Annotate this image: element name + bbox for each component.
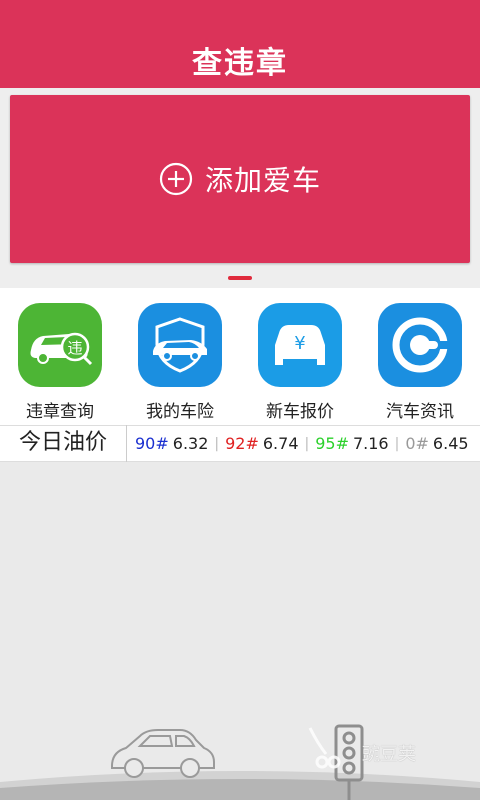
violation-badge-char: 违 (67, 339, 82, 357)
car-shield-icon (138, 303, 222, 387)
oil-value: 7.16 (352, 434, 389, 453)
oil-price-title: 今日油价 (0, 425, 127, 462)
grid-label: 汽车资讯 (386, 402, 454, 422)
grid-item-car-news[interactable]: 汽车资讯 (360, 288, 480, 425)
grid-item-insurance[interactable]: 我的车险 (120, 288, 240, 425)
oil-grade: 95# (315, 434, 349, 453)
oil-value: 6.45 (432, 434, 469, 453)
grid-label: 违章查询 (26, 402, 94, 422)
oil-value: 6.74 (262, 434, 299, 453)
oil-grade: 92# (225, 434, 259, 453)
price-badge-char: ¥ (294, 333, 305, 354)
oil-grade: 0# (405, 434, 429, 453)
separator: | (304, 435, 310, 452)
car-violation-icon: 违 (18, 303, 102, 387)
feature-grid: 违 违章查询 我的车险 ¥ 新车报价 汽车资讯 (0, 288, 480, 425)
oil-price-list: 90# 6.32 | 92# 6.74 | 95# 7.16 | 0# 6.45 (127, 434, 469, 453)
separator: | (394, 435, 400, 452)
news-e-icon (378, 303, 462, 387)
oil-price-bar[interactable]: 今日油价 90# 6.32 | 92# 6.74 | 95# 7.16 | 0#… (0, 425, 480, 462)
oil-grade: 90# (135, 434, 169, 453)
app-header: 查违章 (0, 0, 480, 88)
grid-item-new-car-price[interactable]: ¥ 新车报价 (240, 288, 360, 425)
page-title: 查违章 (192, 46, 288, 81)
add-car-label: 添加爱车 (204, 164, 321, 197)
add-car-banner[interactable]: 添加爱车 (10, 95, 470, 263)
watermark-text: 豌豆荚 (362, 744, 416, 765)
plus-circle-icon (159, 162, 193, 196)
page-indicator (228, 276, 252, 280)
grid-item-violation[interactable]: 违 违章查询 (0, 288, 120, 425)
add-car-button[interactable]: 添加爱车 (159, 159, 321, 199)
car-price-icon: ¥ (258, 303, 342, 387)
car-outline-icon (111, 729, 215, 778)
separator: | (214, 435, 220, 452)
oil-value: 6.32 (172, 434, 209, 453)
grid-label: 我的车险 (146, 402, 214, 422)
grid-label: 新车报价 (266, 402, 334, 422)
